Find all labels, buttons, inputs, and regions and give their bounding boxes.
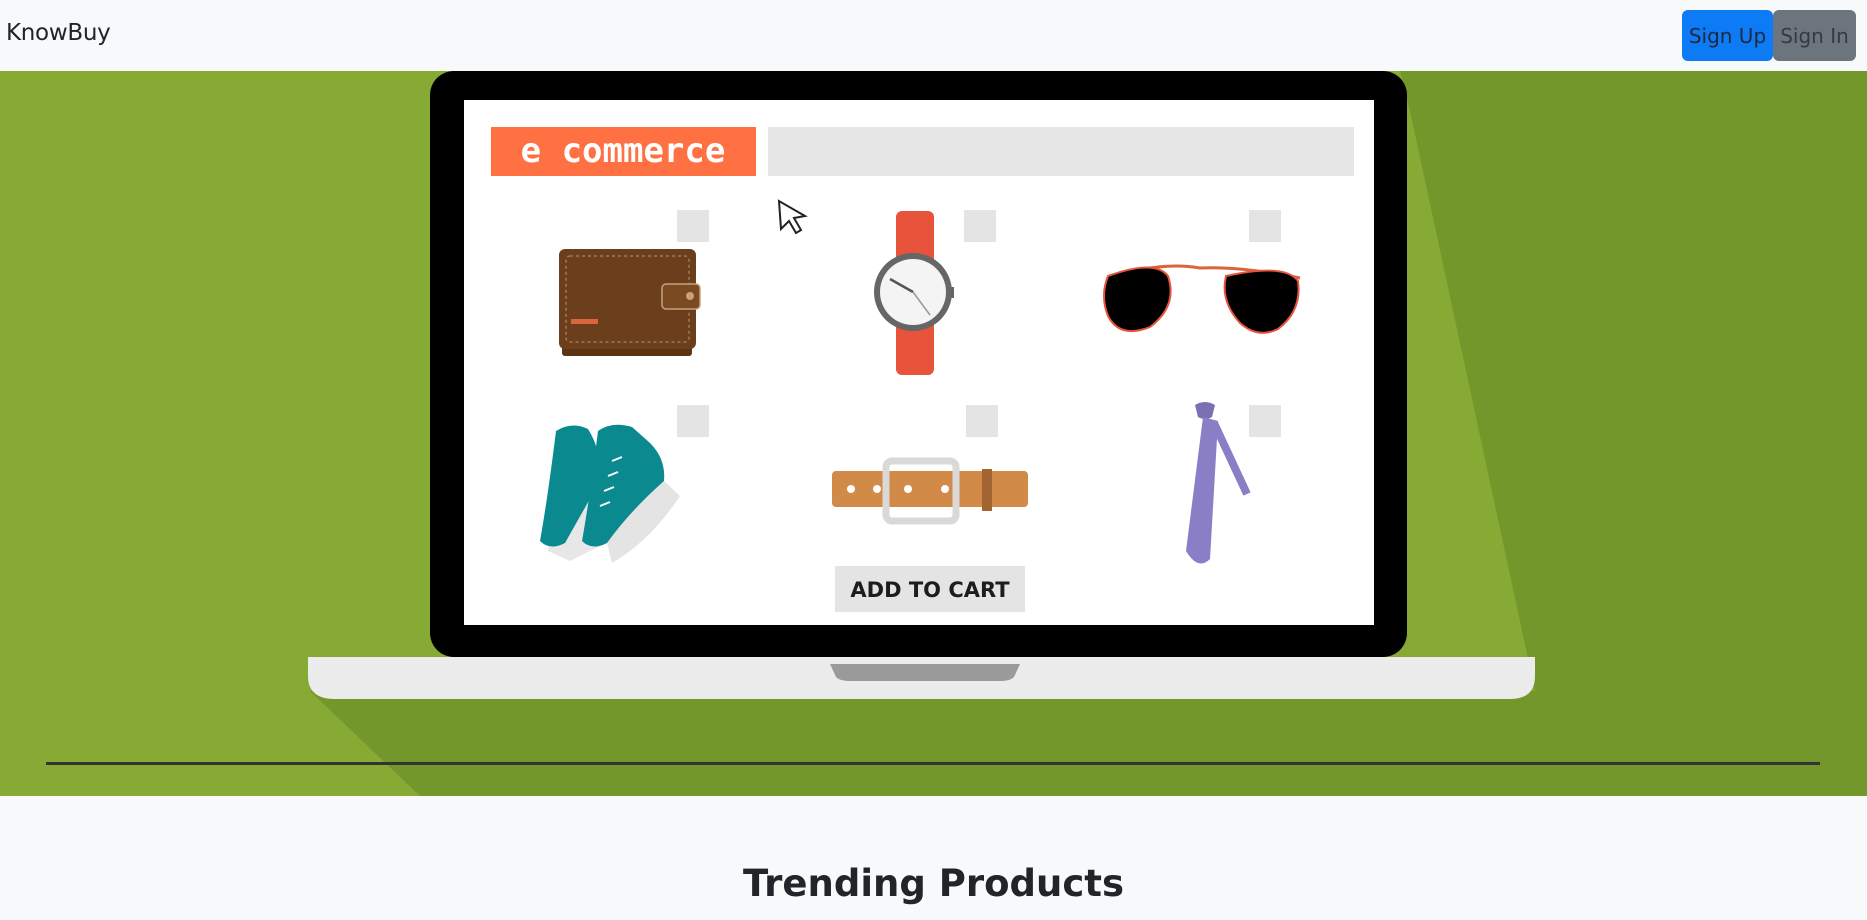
checkbox-wallet	[677, 210, 709, 242]
ecommerce-logo-text: e commerce	[521, 131, 726, 171]
add-to-cart-text: ADD TO CART	[850, 578, 1010, 602]
checkbox-belt	[966, 405, 998, 437]
checkbox-watch	[964, 210, 996, 242]
wallet-icon	[559, 249, 701, 356]
hero-illustration: e commerce ADD TO CART	[46, 71, 1867, 796]
table-line	[46, 762, 1820, 765]
brand-logo[interactable]: KnowBuy	[6, 20, 111, 46]
sign-in-button[interactable]: Sign In	[1773, 10, 1856, 61]
checkbox-sneakers	[677, 405, 709, 437]
navbar: KnowBuy Sign Up Sign In	[0, 0, 1867, 71]
checkbox-tie	[1249, 405, 1281, 437]
trending-products-heading: Trending Products	[743, 862, 1124, 905]
hero-banner: e commerce ADD TO CART	[0, 71, 1867, 796]
laptop-trackpad-notch	[830, 664, 1020, 681]
checkbox-sunglasses	[1249, 210, 1281, 242]
search-bar	[768, 127, 1354, 176]
sign-up-button[interactable]: Sign Up	[1682, 10, 1773, 61]
